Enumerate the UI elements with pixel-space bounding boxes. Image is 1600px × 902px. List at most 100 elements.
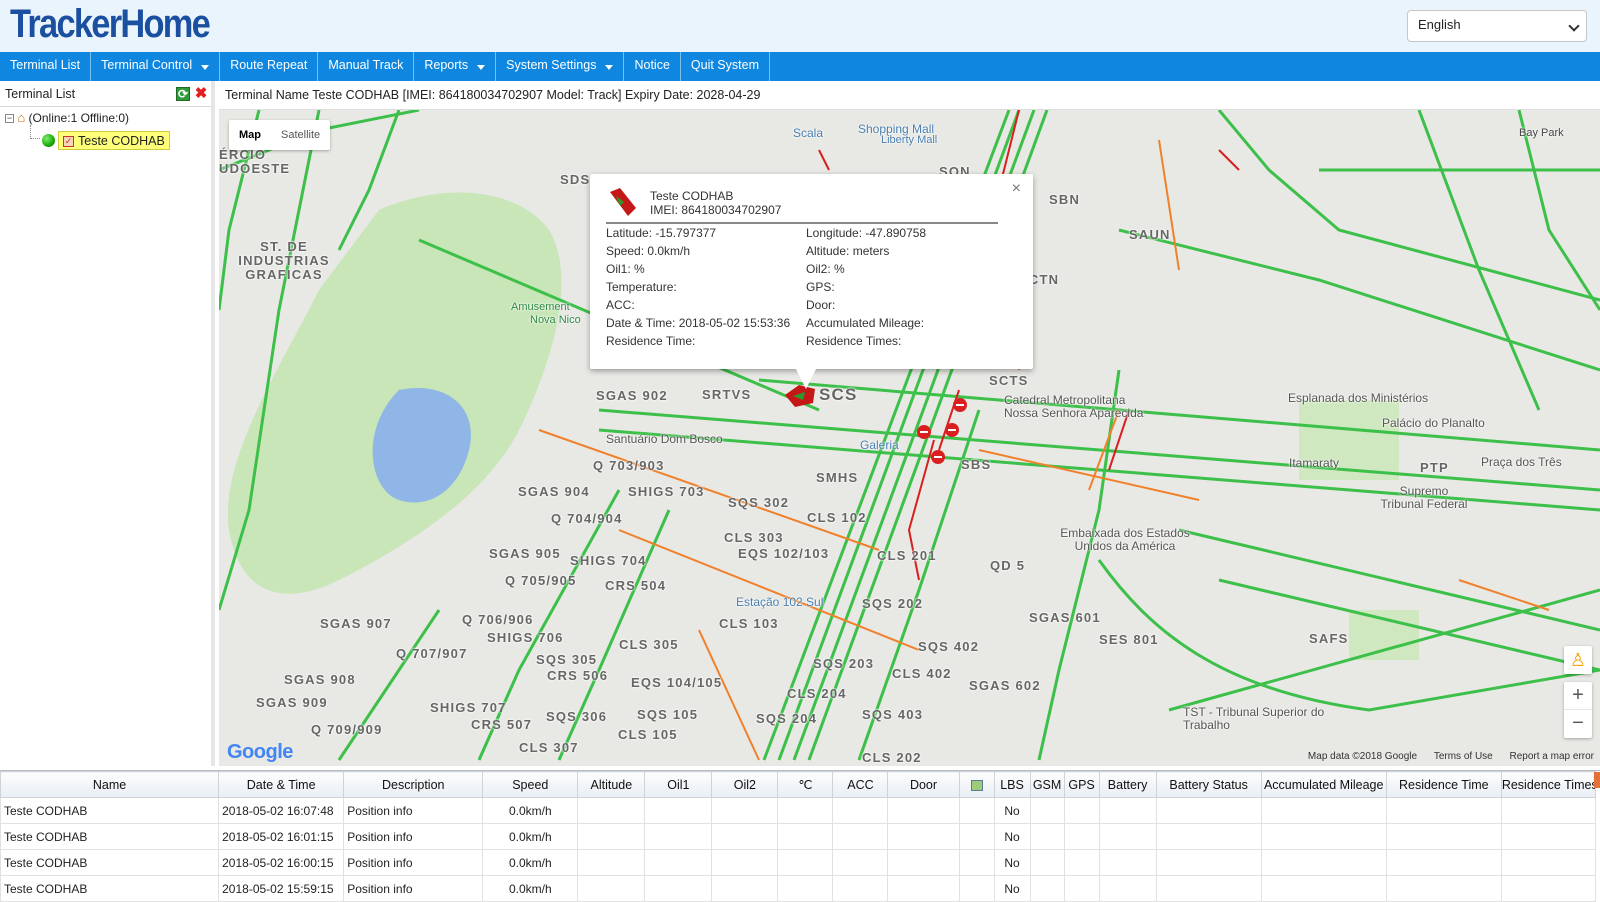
zoom-in-button[interactable]: + — [1564, 682, 1592, 710]
refresh-icon[interactable]: ⟳ — [176, 87, 190, 101]
sidebar-header: Terminal List ⟳ ✖ — [0, 81, 211, 107]
table-cell — [958, 823, 995, 850]
menu-reports[interactable]: Reports — [414, 52, 497, 81]
caret-down-icon — [477, 65, 486, 70]
table-row[interactable]: Teste CODHAB 2018-05-02 16:07:48 Position … — [0, 797, 1597, 824]
table-row[interactable]: Teste CODHAB 2018-05-02 15:59:15 Position … — [0, 875, 1597, 902]
menu-quit-system[interactable]: Quit System — [681, 52, 770, 81]
col-gsm[interactable]: GSM — [1029, 771, 1065, 798]
table-cell — [832, 823, 889, 850]
map-label: CLS 307 — [519, 740, 579, 755]
checkbox[interactable]: ✓ — [63, 135, 74, 147]
menu-route-repeat[interactable]: Route Repeat — [220, 52, 319, 81]
tree-root[interactable]: − ⌂ (Online:1 Offline:0) — [5, 110, 129, 125]
map-label: ÉRCIO UDOESTE — [219, 147, 291, 176]
report-map-error-link[interactable]: Report a map error — [1510, 751, 1594, 762]
poi-label: Scala — [793, 126, 824, 140]
map-view[interactable]: SCS SCTS SBS SMHS SAUN SBN SCTN SRTVS SG… — [219, 110, 1600, 766]
col-image[interactable] — [958, 771, 995, 798]
col-residence-times[interactable]: Residence Times — [1500, 771, 1597, 798]
col-oil1[interactable]: Oil1 — [644, 771, 713, 798]
map-label: CLS 103 — [719, 616, 779, 631]
col-description[interactable]: Description — [343, 771, 484, 798]
map-label: SBN — [1049, 192, 1081, 207]
header: TrackerHome English — [0, 0, 1600, 52]
col-altitude[interactable]: Altitude — [577, 771, 646, 798]
table-cell: Teste CODHAB — [0, 875, 220, 902]
chevron-down-icon — [1568, 20, 1580, 32]
menu-notice[interactable]: Notice — [624, 52, 681, 81]
map-type-satellite-button[interactable]: Satellite — [271, 120, 330, 150]
map-label: SAFS — [1309, 631, 1349, 646]
zoom-out-button[interactable]: − — [1564, 710, 1592, 738]
table-row[interactable]: Teste CODHAB 2018-05-02 16:01:15 Position … — [0, 823, 1597, 850]
col-speed[interactable]: Speed — [482, 771, 579, 798]
table-cell — [1063, 849, 1100, 876]
map-label: Q 707/907 — [396, 646, 468, 661]
col-temperature[interactable]: ℃ — [777, 771, 834, 798]
table-cell — [1063, 797, 1100, 824]
col-name[interactable]: Name — [0, 771, 220, 798]
table-cell — [1500, 875, 1597, 902]
menu-terminal-control[interactable]: Terminal Control — [91, 52, 221, 81]
table-cell — [1500, 849, 1597, 876]
col-gps[interactable]: GPS — [1063, 771, 1100, 798]
language-value: English — [1418, 17, 1461, 32]
table-cell: 0.0km/h — [482, 875, 579, 902]
tree-item-terminal[interactable]: ✓ Teste CODHAB — [42, 131, 170, 150]
menu-manual-track[interactable]: Manual Track — [318, 52, 415, 81]
map-label: Q 704/904 — [551, 511, 623, 526]
terms-of-use-link[interactable]: Terms of Use — [1434, 751, 1493, 762]
table-cell — [1098, 875, 1157, 902]
table-cell — [577, 875, 646, 902]
close-icon[interactable]: × — [1012, 180, 1021, 198]
col-battery[interactable]: Battery — [1098, 771, 1157, 798]
close-icon[interactable]: ✖ — [194, 86, 208, 101]
map-label: EQS 104/105 — [631, 675, 723, 690]
info-oil1: Oil1: % — [606, 262, 645, 276]
map-label: SQS 203 — [813, 656, 875, 671]
col-residence-time[interactable]: Residence Time — [1385, 771, 1502, 798]
info-datetime: Date & Time: 2018-05-02 15:53:36 — [606, 316, 791, 330]
info-window: × Teste CODHAB IMEI: 864180034702907 Lat… — [590, 174, 1033, 389]
map-type-map-button[interactable]: Map — [229, 120, 271, 150]
poi-label: Itamaraty — [1289, 456, 1340, 470]
menu-terminal-list[interactable]: Terminal List — [0, 52, 92, 81]
info-temperature: Temperature: — [606, 280, 677, 294]
table-cell — [1098, 849, 1157, 876]
table-row[interactable]: Teste CODHAB 2018-05-02 16:00:15 Position … — [0, 849, 1597, 876]
terminal-info-bar: Terminal Name Teste CODHAB [IMEI: 864180… — [219, 81, 1600, 110]
table-cell — [577, 797, 646, 824]
col-lbs[interactable]: LBS — [993, 771, 1031, 798]
language-select[interactable]: English — [1407, 10, 1587, 42]
table-cell — [1500, 797, 1597, 824]
info-altitude: Altitude: meters — [806, 244, 890, 258]
street-view-pegman-icon[interactable]: ♙ — [1564, 646, 1592, 674]
col-accumulated-mileage[interactable]: Accumulated Mileage — [1260, 771, 1387, 798]
map-label: CLS 402 — [892, 666, 952, 681]
table-cell — [958, 849, 995, 876]
table-cell — [1029, 797, 1065, 824]
map-label: SHIGS 703 — [628, 484, 705, 499]
info-window-header: Teste CODHAB IMEI: 864180034702907 — [606, 184, 998, 224]
map-label: CLS 102 — [807, 510, 867, 525]
col-battery-status[interactable]: Battery Status — [1155, 771, 1262, 798]
table-cell — [644, 875, 713, 902]
table-cell: No — [993, 849, 1031, 876]
map-label: SHIGS 706 — [487, 630, 564, 645]
grid-scrollbar[interactable] — [1594, 772, 1600, 788]
table-cell — [1098, 823, 1157, 850]
map-label: SES 801 — [1099, 632, 1159, 647]
table-cell — [832, 849, 889, 876]
table-cell — [1500, 823, 1597, 850]
map-label: SGAS 909 — [256, 695, 328, 710]
table-cell — [1029, 823, 1065, 850]
col-datetime[interactable]: Date & Time — [218, 771, 345, 798]
col-oil2[interactable]: Oil2 — [711, 771, 779, 798]
col-acc[interactable]: ACC — [832, 771, 889, 798]
menu-system-settings[interactable]: System Settings — [496, 52, 625, 81]
poi-label: Esplanada dos Ministérios — [1288, 391, 1429, 405]
col-door[interactable]: Door — [887, 771, 960, 798]
collapse-icon[interactable]: − — [5, 114, 14, 123]
map-label: SAUN — [1129, 227, 1171, 242]
